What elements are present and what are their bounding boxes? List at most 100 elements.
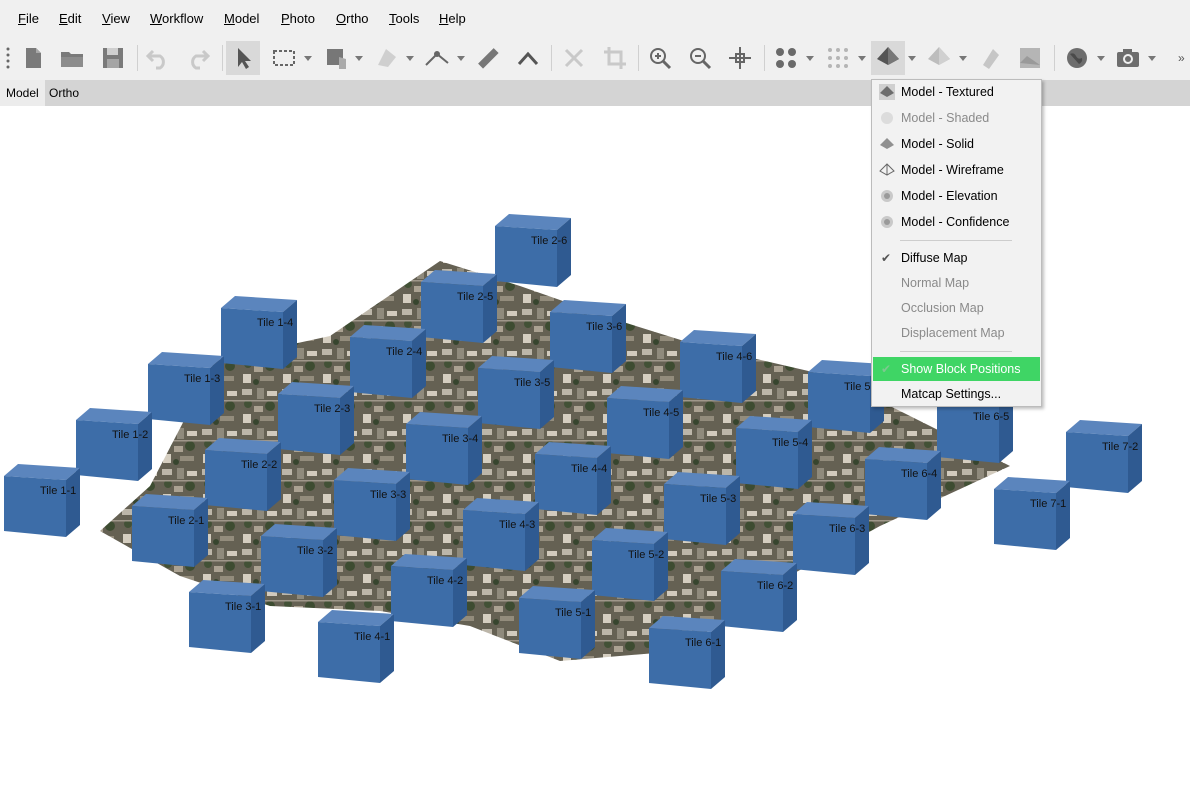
delete-icon[interactable]	[557, 41, 591, 75]
redo-icon[interactable]	[181, 41, 215, 75]
show-cameras-icon[interactable]	[769, 41, 803, 75]
tile-block-side	[453, 558, 467, 627]
menu-ortho[interactable]: Ortho	[336, 11, 369, 26]
tile-block-side	[468, 416, 482, 485]
tile-block-side	[138, 412, 152, 481]
tile-block-side	[597, 446, 611, 515]
menu-view-label: iew	[110, 11, 130, 26]
tile-block-side	[396, 472, 410, 541]
chevron-down-icon[interactable]	[858, 56, 866, 61]
capture-view-icon[interactable]	[1111, 41, 1145, 75]
tile-block: Tile 3-3	[334, 468, 410, 541]
zoom-in-icon[interactable]	[643, 41, 677, 75]
draw-polyline-icon[interactable]	[420, 41, 454, 75]
chevron-down-icon[interactable]	[355, 56, 363, 61]
tile-label: Tile 5-1	[555, 607, 591, 619]
reset-view-icon[interactable]	[723, 41, 757, 75]
menu-item-model-confidence[interactable]: Model - Confidence	[873, 210, 1040, 234]
menu-item-matcap-settings[interactable]: Matcap Settings...	[873, 382, 1040, 406]
model-textured-icon[interactable]	[871, 41, 905, 75]
rectangle-selection-icon[interactable]	[267, 41, 301, 75]
chevron-down-icon[interactable]	[806, 56, 814, 61]
tile-label: Tile 5-4	[772, 437, 808, 449]
menu-item-diffuse-map[interactable]: ✔ Diffuse Map	[873, 246, 1040, 270]
tile-label: Tile 4-2	[427, 575, 463, 587]
intelligent-paint-icon[interactable]	[320, 41, 354, 75]
menu-item-model-shaded[interactable]: Model - Shaded	[873, 106, 1040, 130]
chevron-down-icon[interactable]	[1097, 56, 1105, 61]
draw-point-icon[interactable]	[511, 41, 545, 75]
tile-block: Tile 5-4	[736, 416, 812, 489]
save-icon[interactable]	[96, 41, 130, 75]
intelligent-scissors-icon[interactable]	[370, 41, 404, 75]
tile-label: Tile 3-4	[442, 433, 478, 445]
model-solid-icon[interactable]	[922, 41, 956, 75]
menu-file-label: ile	[25, 11, 39, 26]
tile-label: Tile 2-1	[168, 515, 204, 527]
menu-photo[interactable]: Photo	[281, 11, 315, 26]
new-document-icon[interactable]	[16, 41, 50, 75]
tile-block: Tile 2-3	[278, 382, 354, 455]
zoom-out-icon[interactable]	[683, 41, 717, 75]
globe-icon[interactable]	[1060, 41, 1094, 75]
chevron-down-icon[interactable]	[457, 56, 465, 61]
tile-block: Tile 1-3	[148, 352, 224, 425]
select-pointer-icon[interactable]	[226, 41, 260, 75]
menu-file[interactable]: File	[18, 11, 39, 26]
toolbar-overflow-icon[interactable]: »	[1178, 51, 1185, 65]
menu-ortho-mnemonic: O	[336, 11, 347, 26]
tile-label: Tile 2-5	[457, 291, 493, 303]
crop-icon[interactable]	[598, 41, 632, 75]
model-elevation-icon	[881, 190, 893, 202]
undo-icon[interactable]	[141, 41, 175, 75]
menu-edit-label: dit	[67, 11, 82, 26]
ruler-icon[interactable]	[471, 41, 505, 75]
chevron-down-icon[interactable]	[1148, 56, 1156, 61]
tile-block-side	[711, 620, 725, 689]
menu-item-label: Model - Wireframe	[901, 163, 1004, 177]
menu-edit[interactable]: Edit	[59, 11, 81, 26]
tile-block: Tile 4-1	[318, 610, 394, 683]
tile-block-side	[798, 420, 812, 489]
menu-workflow[interactable]: Workflow	[150, 11, 203, 26]
menu-photo-mnemonic: P	[281, 11, 290, 26]
tile-label: Tile 1-2	[112, 429, 148, 441]
menu-item-normal-map[interactable]: Normal Map	[873, 271, 1040, 295]
menu-item-occlusion-map[interactable]: Occlusion Map	[873, 296, 1040, 320]
menu-view[interactable]: View	[102, 11, 130, 26]
menu-item-label: Displacement Map	[901, 326, 1005, 340]
menu-help[interactable]: Help	[439, 11, 466, 26]
menu-tools[interactable]: Tools	[389, 11, 419, 26]
menu-item-model-elevation[interactable]: Model - Elevation	[873, 184, 1040, 208]
chevron-down-icon[interactable]	[304, 56, 312, 61]
menu-model[interactable]: Model	[224, 11, 259, 26]
show-points-icon[interactable]	[821, 41, 855, 75]
tile-label: Tile 6-2	[757, 580, 793, 592]
tile-block-side	[340, 386, 354, 455]
chevron-down-icon[interactable]	[908, 56, 916, 61]
menu-item-model-solid[interactable]: Model - Solid	[873, 132, 1040, 156]
menu-item-displacement-map[interactable]: Displacement Map	[873, 321, 1040, 345]
menu-item-label: Occlusion Map	[901, 301, 984, 315]
menu-item-model-textured[interactable]: Model - Textured	[873, 80, 1040, 104]
chevron-down-icon[interactable]	[406, 56, 414, 61]
chevron-down-icon[interactable]	[959, 56, 967, 61]
tile-block: Tile 4-5	[607, 386, 683, 459]
menu-model-mnemonic: M	[224, 11, 235, 26]
show-orthomosaic-icon[interactable]	[1013, 41, 1047, 75]
menu-item-label: Normal Map	[901, 276, 970, 290]
tile-block: Tile 2-5	[421, 270, 497, 343]
tab-model[interactable]: Model	[0, 80, 45, 106]
menu-item-model-wireframe[interactable]: Model - Wireframe	[873, 158, 1040, 182]
tab-ortho[interactable]: Ortho	[43, 80, 85, 106]
menu-item-show-block-positions[interactable]: ✔ Show Block Positions	[873, 357, 1040, 381]
tile-label: Tile 1-3	[184, 373, 220, 385]
check-icon: ✔	[881, 251, 892, 265]
tile-block: Tile 3-2	[261, 524, 337, 597]
tile-label: Tile 6-1	[685, 637, 721, 649]
menu-edit-mnemonic: E	[59, 11, 68, 26]
open-folder-icon[interactable]	[55, 41, 89, 75]
tile-block-side	[855, 506, 869, 575]
tile-label: Tile 5-3	[700, 493, 736, 505]
show-tiled-model-icon[interactable]	[973, 41, 1007, 75]
